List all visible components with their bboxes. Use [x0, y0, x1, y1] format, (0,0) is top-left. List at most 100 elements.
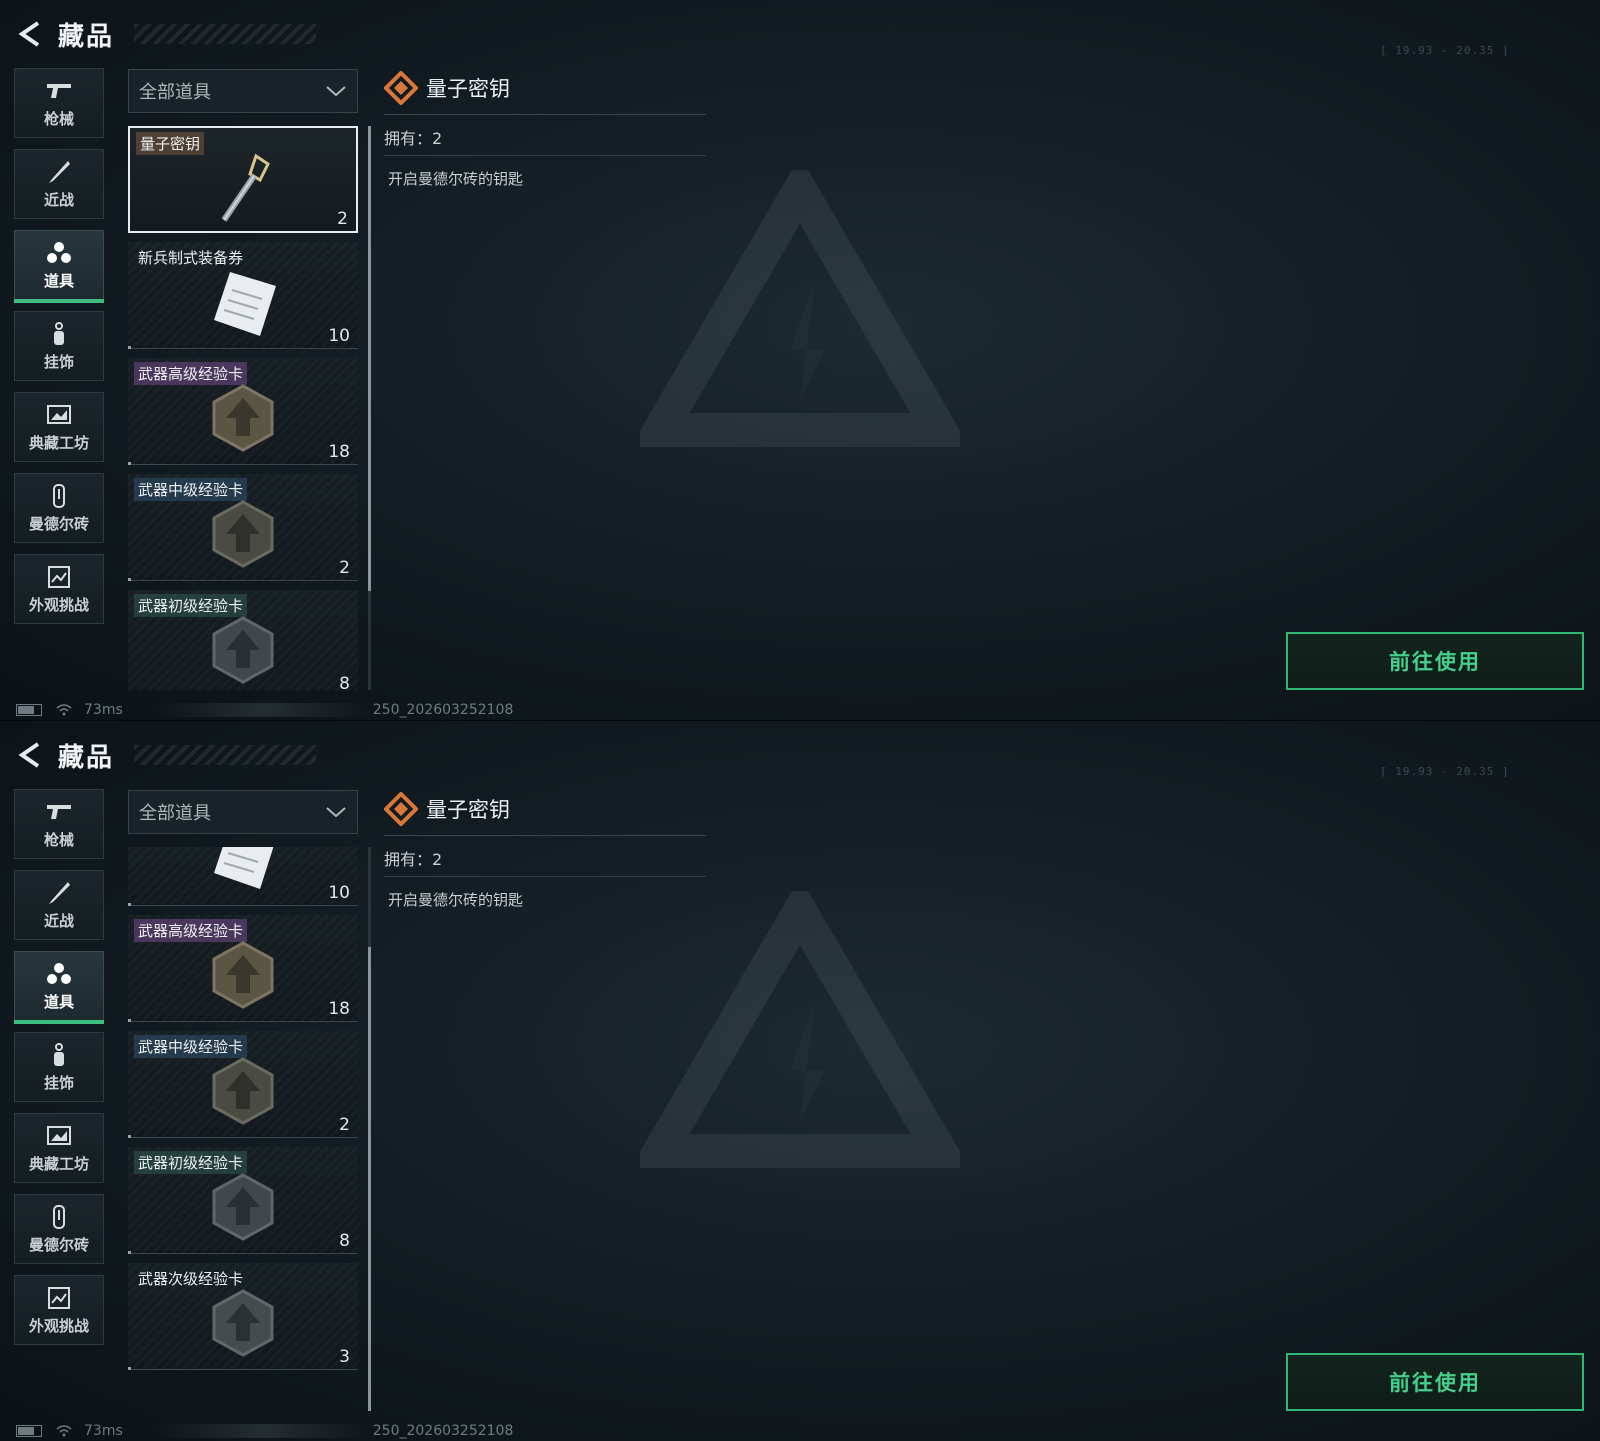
go-use-button[interactable]: 前往使用 [1286, 632, 1584, 690]
ping-value: 73ms [84, 1423, 123, 1439]
sidebar-item-label: 外观挑战 [28, 595, 89, 614]
challenge-icon [48, 1286, 70, 1309]
screen-panel-2: [ 19.93 - 20.35 ] 藏品 枪械 近战 道具 挂饰 典藏工坊 曼德… [0, 720, 1600, 1441]
brick-icon [53, 1204, 65, 1229]
exp-card-icon [212, 1289, 274, 1357]
knife-icon [49, 160, 70, 183]
list-item[interactable]: 武器次级经验卡 3 [128, 1263, 358, 1370]
voucher-icon [214, 272, 276, 336]
sidebar-item-label: 曼德尔砖 [28, 514, 89, 533]
exp-card-icon [212, 941, 274, 1009]
sidebar-item-guns[interactable]: 枪械 [14, 789, 104, 859]
item-count: 18 [328, 442, 350, 462]
chevron-down-icon [326, 807, 346, 818]
page-header: 藏品 [14, 735, 316, 775]
sidebar-item-label: 外观挑战 [28, 1316, 89, 1335]
sidebar-item-label: 近战 [43, 911, 74, 930]
back-button[interactable] [14, 739, 44, 771]
sidebar-item-items[interactable]: 道具 [14, 230, 104, 303]
gun-icon [47, 804, 71, 819]
build-id: 250_202603252108 [372, 1423, 514, 1439]
exp-card-icon [212, 1057, 274, 1125]
filter-selected-value: 全部道具 [139, 803, 211, 824]
list-item[interactable]: 武器高级经验卡 18 [128, 358, 358, 465]
page-header: 藏品 [14, 14, 316, 54]
sidebar-item-melee[interactable]: 近战 [14, 149, 104, 219]
divider [128, 903, 131, 906]
divider [128, 1367, 131, 1370]
items-icon [47, 241, 71, 263]
list-item[interactable]: 武器中级经验卡 2 [128, 1031, 358, 1138]
sidebar-item-charms[interactable]: 挂饰 [14, 311, 104, 381]
detail-item-name: 量子密钥 [426, 77, 510, 101]
wifi-icon [56, 1425, 72, 1437]
sidebar-item-workshop[interactable]: 典藏工坊 [14, 1113, 104, 1183]
item-count: 10 [328, 326, 350, 346]
wifi-icon [56, 704, 72, 716]
logo-watermark-icon [640, 891, 960, 1168]
sidebar-item-guns[interactable]: 枪械 [14, 68, 104, 138]
sidebar-item-mandel-brick[interactable]: 曼德尔砖 [14, 473, 104, 543]
divider [128, 462, 131, 465]
build-id: 250_202603252108 [372, 702, 514, 718]
list-item[interactable]: 武器中级经验卡 2 [128, 474, 358, 581]
list-item[interactable]: 武器高级经验卡 18 [128, 915, 358, 1022]
divider [128, 1019, 131, 1022]
filter-dropdown[interactable]: 全部道具 [128, 790, 358, 834]
hud-coords: [ 19.93 - 20.35 ] [1380, 765, 1510, 778]
sidebar-item-mandel-brick[interactable]: 曼德尔砖 [14, 1194, 104, 1264]
sidebar-item-appearance-challenge[interactable]: 外观挑战 [14, 554, 104, 624]
status-bar: 73ms 250_202603252108 [16, 702, 576, 718]
item-list: 10 武器高级经验卡 18 武器中级经验卡 2 武器初级经验卡 8 武器次级经验… [128, 847, 360, 1417]
detail-header: 量子密钥 [384, 791, 706, 836]
list-item[interactable]: 10 [128, 847, 358, 906]
item-count: 8 [339, 674, 350, 691]
filter-selected-value: 全部道具 [139, 82, 211, 103]
owned-count: 拥有：2 [384, 836, 706, 877]
item-count: 8 [339, 1231, 350, 1251]
sidebar-item-label: 近战 [43, 190, 74, 209]
list-scrollbar[interactable] [368, 847, 371, 1411]
list-item[interactable]: 武器初级经验卡 8 [128, 590, 358, 691]
gun-icon [47, 83, 71, 98]
brick-icon [53, 483, 65, 508]
item-description: 开启曼德尔砖的钥匙 [388, 891, 524, 909]
sidebar-item-appearance-challenge[interactable]: 外观挑战 [14, 1275, 104, 1345]
sidebar-item-label: 道具 [43, 992, 74, 1011]
scrollbar-thumb[interactable] [368, 947, 371, 1411]
go-use-button[interactable]: 前往使用 [1286, 1353, 1584, 1411]
workshop-icon [47, 1125, 71, 1145]
page-title: 藏品 [58, 742, 115, 773]
sidebar-item-label: 典藏工坊 [28, 1154, 89, 1173]
divider [128, 1251, 131, 1254]
category-sidebar: 枪械 近战 道具 挂饰 典藏工坊 曼德尔砖 外观挑战 [14, 68, 106, 635]
key-icon [221, 153, 270, 222]
back-button[interactable] [14, 18, 44, 50]
item-count: 18 [328, 999, 350, 1019]
item-count: 3 [339, 1347, 350, 1367]
page-title: 藏品 [58, 21, 115, 52]
sidebar-item-melee[interactable]: 近战 [14, 870, 104, 940]
sidebar-item-charms[interactable]: 挂饰 [14, 1032, 104, 1102]
item-count: 10 [328, 883, 350, 903]
status-bar: 73ms 250_202603252108 [16, 1423, 576, 1439]
item-detail: 量子密钥 拥有：2 开启曼德尔砖的钥匙 [384, 791, 706, 910]
exp-card-icon [212, 384, 274, 452]
list-item[interactable]: 量子密钥 2 [128, 126, 358, 233]
voucher-icon [214, 847, 274, 889]
sidebar-item-label: 挂饰 [43, 352, 74, 371]
filter-dropdown[interactable]: 全部道具 [128, 69, 358, 113]
charm-icon [54, 321, 64, 345]
sidebar-item-items[interactable]: 道具 [14, 951, 104, 1024]
divider [128, 1135, 131, 1138]
item-description: 开启曼德尔砖的钥匙 [388, 170, 524, 188]
go-use-label: 前往使用 [1389, 1371, 1481, 1395]
scrollbar-thumb[interactable] [368, 126, 371, 591]
list-item[interactable]: 新兵制式装备券 10 [128, 242, 358, 349]
list-item[interactable]: 武器初级经验卡 8 [128, 1147, 358, 1254]
exp-card-icon [212, 616, 274, 684]
list-scrollbar[interactable] [368, 126, 371, 690]
charm-icon [54, 1042, 64, 1066]
sidebar-item-workshop[interactable]: 典藏工坊 [14, 392, 104, 462]
workshop-icon [47, 404, 71, 424]
